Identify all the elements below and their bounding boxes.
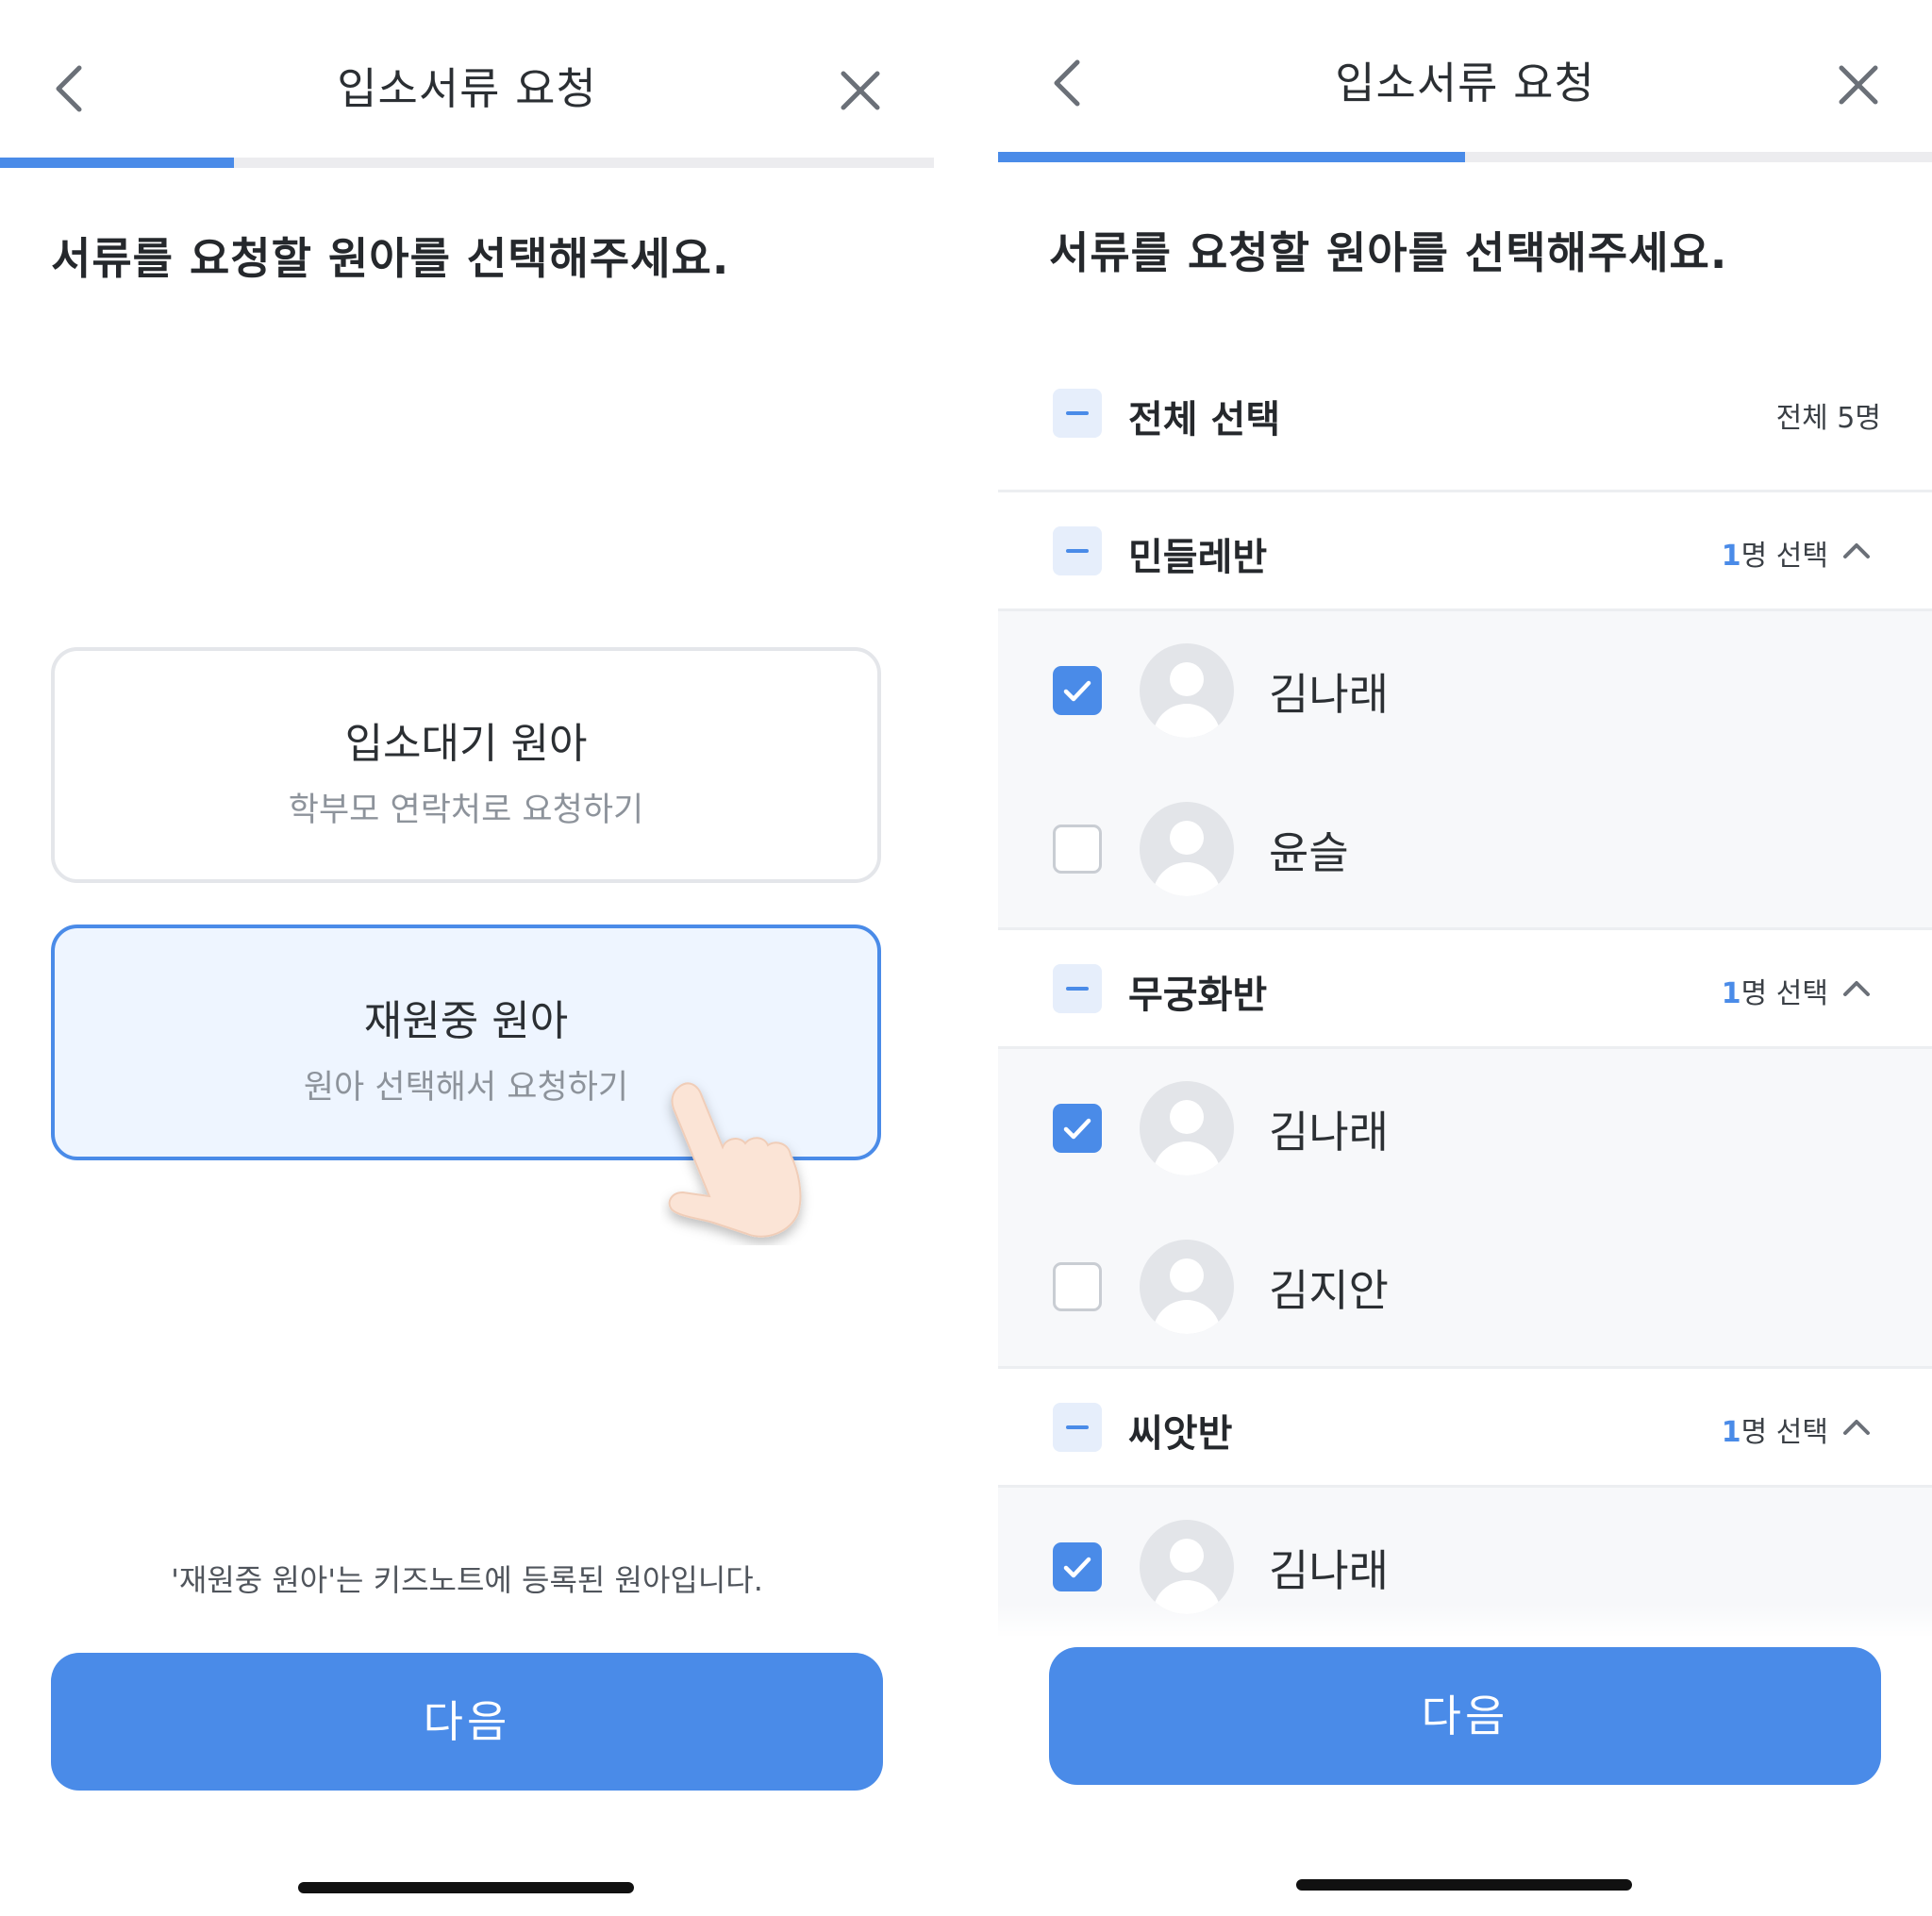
child-row[interactable]: 김나래 bbox=[998, 1049, 1932, 1208]
checkbox-unchecked-icon[interactable] bbox=[1053, 825, 1102, 874]
close-icon[interactable] bbox=[1830, 57, 1887, 113]
info-note: '재원중 원아'는 키즈노트에 등록된 원아입니다. bbox=[171, 1562, 763, 1598]
screen-select-children: 입소서류 요청 서류를 요청할 원아를 선택해주세요. 전체 선택 전체 5명 … bbox=[998, 0, 1932, 1916]
close-icon[interactable] bbox=[832, 62, 889, 119]
checkbox-checked-icon[interactable] bbox=[1053, 1542, 1102, 1591]
option-subtitle: 학부모 연락처로 요청하기 bbox=[288, 791, 644, 829]
screen-waiting-or-enrolled: 입소서류 요청 서류를 요청할 원아를 선택해주세요. 입소대기 원아 학부모 … bbox=[0, 0, 934, 1916]
indeterminate-checkbox-icon[interactable] bbox=[1053, 964, 1102, 1013]
avatar-placeholder-icon bbox=[1140, 1240, 1234, 1334]
checkbox-checked-icon[interactable] bbox=[1053, 1104, 1102, 1153]
progress-fill bbox=[998, 152, 1465, 162]
progress-bar bbox=[0, 158, 934, 168]
option-waiting-child[interactable]: 입소대기 원아 학부모 연락처로 요청하기 bbox=[51, 647, 881, 883]
group-children: 김나래 김지안 bbox=[998, 1049, 1932, 1366]
total-count: 전체 5명 bbox=[1775, 402, 1881, 435]
child-name: 김나래 bbox=[1269, 1107, 1389, 1158]
selected-count: 1명 선택 bbox=[1721, 1416, 1828, 1449]
group-name: 씨앗반 bbox=[1128, 1412, 1233, 1456]
option-title: 재원중 원아 bbox=[363, 997, 569, 1045]
selected-count: 1명 선택 bbox=[1721, 540, 1828, 573]
indeterminate-checkbox-icon[interactable] bbox=[1053, 1403, 1102, 1452]
avatar-placeholder-icon bbox=[1140, 802, 1234, 896]
group-header-씨앗반[interactable]: 씨앗반 1명 선택 bbox=[998, 1369, 1932, 1486]
child-row[interactable]: 김나래 bbox=[998, 611, 1932, 770]
select-all-label: 전체 선택 bbox=[1128, 398, 1281, 442]
screen-gap bbox=[934, 0, 998, 1916]
next-button[interactable]: 다음 bbox=[51, 1653, 883, 1791]
select-all-row[interactable]: 전체 선택 전체 5명 bbox=[998, 377, 1932, 491]
child-row[interactable]: 윤슬 bbox=[998, 770, 1932, 928]
child-name: 김나래 bbox=[1269, 669, 1389, 720]
hand-pointer-icon bbox=[668, 1082, 802, 1238]
indeterminate-checkbox-icon[interactable] bbox=[1053, 389, 1102, 438]
selected-count: 1명 선택 bbox=[1721, 977, 1828, 1010]
avatar-placeholder-icon bbox=[1140, 1520, 1234, 1614]
step-heading: 서류를 요청할 원아를 선택해주세요. bbox=[1049, 227, 1728, 278]
child-row[interactable]: 김지안 bbox=[998, 1208, 1932, 1366]
step-heading: 서류를 요청할 원아를 선택해주세요. bbox=[51, 233, 730, 284]
group-name: 무궁화반 bbox=[1128, 974, 1268, 1017]
progress-bar bbox=[998, 152, 1932, 162]
child-name: 김나래 bbox=[1269, 1545, 1389, 1596]
home-indicator bbox=[1296, 1879, 1632, 1891]
group-header-무궁화반[interactable]: 무궁화반 1명 선택 bbox=[998, 930, 1932, 1047]
avatar-placeholder-icon bbox=[1140, 1081, 1234, 1175]
avatar-placeholder-icon bbox=[1140, 643, 1234, 738]
child-name: 윤슬 bbox=[1269, 827, 1349, 878]
option-title: 입소대기 원아 bbox=[344, 720, 588, 768]
checkbox-unchecked-icon[interactable] bbox=[1053, 1262, 1102, 1311]
chevron-up-icon[interactable] bbox=[1840, 534, 1874, 568]
checkbox-checked-icon[interactable] bbox=[1053, 666, 1102, 715]
progress-fill bbox=[0, 158, 234, 168]
next-button[interactable]: 다음 bbox=[1049, 1647, 1881, 1785]
indeterminate-checkbox-icon[interactable] bbox=[1053, 526, 1102, 575]
page-title: 입소서류 요청 bbox=[337, 63, 597, 114]
chevron-up-icon[interactable] bbox=[1840, 1410, 1874, 1444]
group-children: 김나래 윤슬 bbox=[998, 611, 1932, 927]
home-indicator bbox=[298, 1882, 634, 1893]
chevron-up-icon[interactable] bbox=[1840, 972, 1874, 1006]
page-title: 입소서류 요청 bbox=[1335, 58, 1595, 108]
child-name: 김지안 bbox=[1269, 1265, 1389, 1316]
group-header-민들레반[interactable]: 민들레반 1명 선택 bbox=[998, 492, 1932, 609]
group-name: 민들레반 bbox=[1128, 536, 1268, 579]
